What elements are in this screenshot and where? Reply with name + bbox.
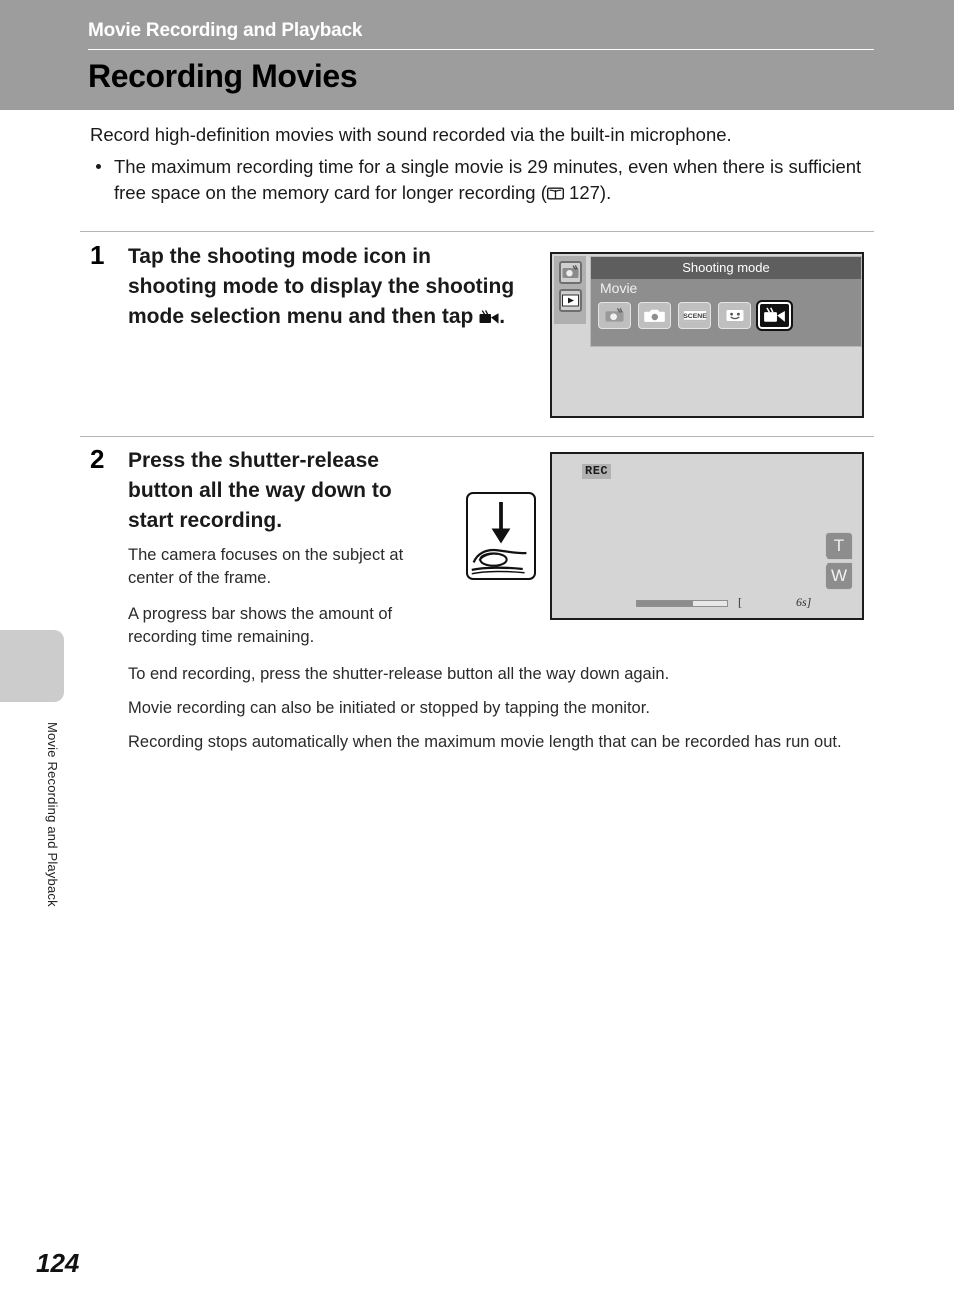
step-2-note-3: To end recording, press the shutter-rele… xyxy=(128,665,670,683)
movie-mode-glyph-icon xyxy=(479,304,499,324)
step-2-heading: Press the shutter-release button all the… xyxy=(128,449,392,532)
step-2-number: 2 xyxy=(90,444,105,474)
time-remaining-value: 6s xyxy=(796,595,807,609)
step-2-note-5: Recording stops automatically when the m… xyxy=(128,733,842,751)
camera-monitor-shooting-mode: Shooting mode Movie SCENE xyxy=(550,252,864,418)
intro-bullet-ref: 127 xyxy=(569,182,600,203)
intro-bullet-text-a: The maximum recording time for a single … xyxy=(114,156,862,203)
page-header-band: Movie Recording and Playback Recording M… xyxy=(0,0,954,110)
camera-monitor-recording: REC T W [ 6s] xyxy=(550,452,864,620)
step-1-heading: Tap the shooting mode icon in shooting m… xyxy=(128,242,518,332)
shooting-mode-icon[interactable] xyxy=(559,261,582,284)
time-bracket-right: ] xyxy=(806,595,812,609)
mode-option-row: SCENE xyxy=(598,300,793,331)
section-divider-2 xyxy=(80,436,874,437)
recording-progress-bar xyxy=(636,600,728,607)
intro-lead: Record high-definition movies with sound… xyxy=(90,124,732,145)
auto-mode-icon[interactable] xyxy=(638,302,671,329)
section-divider-1 xyxy=(80,231,874,232)
menu-title: Shooting mode xyxy=(591,257,861,279)
svg-text:SCENE: SCENE xyxy=(683,313,707,320)
bullet-dot xyxy=(96,164,101,169)
time-bracket-left: [ xyxy=(738,595,742,609)
zoom-wide-button[interactable]: W xyxy=(825,562,853,590)
step-2-note-1: The camera focuses on the subject at cen… xyxy=(128,546,404,587)
playback-icon[interactable] xyxy=(559,289,582,312)
header-divider xyxy=(88,49,874,50)
smart-portrait-icon[interactable] xyxy=(718,302,751,329)
intro-text-block: Record high-definition movies with sound… xyxy=(90,122,880,206)
movie-mode-icon[interactable] xyxy=(756,300,793,331)
auto-scene-selector-icon[interactable] xyxy=(598,302,631,329)
time-remaining: 6s] xyxy=(796,595,811,610)
scene-mode-icon[interactable]: SCENE xyxy=(678,302,711,329)
intro-bullet: The maximum recording time for a single … xyxy=(90,154,880,206)
step-1-heading-tail: . xyxy=(499,305,506,328)
rec-indicator: REC xyxy=(582,464,612,479)
chapter-edge-tab xyxy=(0,630,64,702)
page-title: Recording Movies xyxy=(88,58,358,94)
step-1-number: 1 xyxy=(90,240,105,270)
side-chapter-label: Movie Recording and Playback xyxy=(45,722,60,907)
selected-mode-label: Movie xyxy=(600,280,638,296)
monitor-side-column xyxy=(554,256,586,324)
recording-progress-fill xyxy=(637,601,693,606)
book-reference-icon xyxy=(546,187,564,200)
zoom-tele-button[interactable]: T xyxy=(825,532,853,560)
page-number: 124 xyxy=(36,1248,80,1278)
step-1-heading-text: Tap the shooting mode icon in shooting m… xyxy=(128,245,515,328)
chapter-title: Movie Recording and Playback xyxy=(88,20,363,41)
shutter-press-illustration xyxy=(466,492,536,580)
step-2-note-4: Movie recording can also be initiated or… xyxy=(128,699,650,717)
step-2-note-2: A progress bar shows the amount of recor… xyxy=(128,605,393,646)
intro-bullet-text-b: ). xyxy=(599,182,612,203)
zoom-control[interactable]: T W xyxy=(825,532,853,590)
